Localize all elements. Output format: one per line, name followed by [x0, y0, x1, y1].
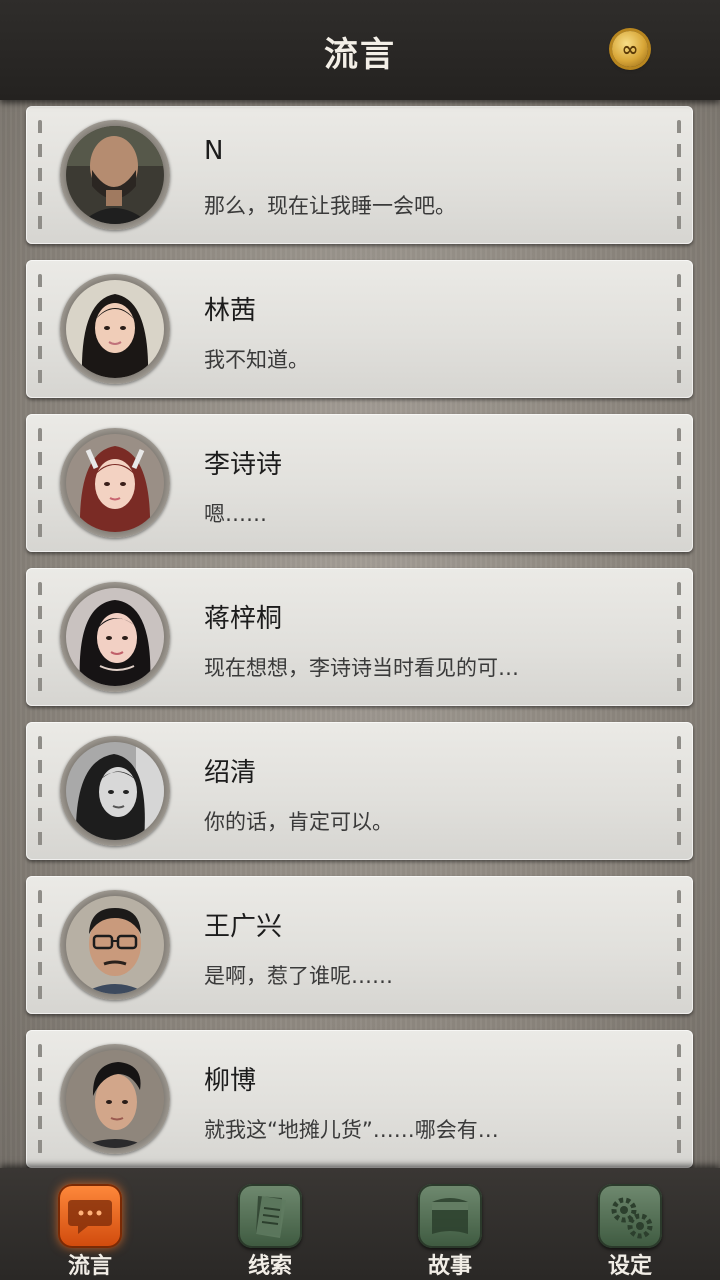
contact-name: 林茜 — [204, 296, 257, 326]
list-item[interactable]: N 那么，现在让我睡一会吧。 — [26, 106, 693, 244]
stitch-decoration — [677, 120, 681, 230]
last-message: 现在想想，李诗诗当时看见的可… — [204, 656, 519, 680]
contact-name: 柳博 — [204, 1066, 257, 1096]
contact-name: 李诗诗 — [204, 450, 283, 480]
last-message: 我不知道。 — [204, 348, 309, 372]
stitch-decoration — [677, 890, 681, 1000]
top-bar: 流言 ∞ — [0, 0, 720, 100]
papers-icon — [238, 1184, 302, 1248]
avatar — [60, 120, 170, 230]
tab-label: 故事 — [427, 1253, 472, 1279]
contact-name: 蒋梓桐 — [204, 604, 283, 634]
stitch-decoration — [38, 274, 42, 384]
chat-bubble-icon — [58, 1184, 122, 1248]
stitch-decoration — [38, 582, 42, 692]
stitch-decoration — [38, 428, 42, 538]
last-message: 就我这“地摊儿货”……哪会有… — [204, 1118, 499, 1142]
last-message: 是啊，惹了谁呢…… — [204, 964, 393, 988]
stitch-decoration — [38, 890, 42, 1000]
list-item[interactable]: 蒋梓桐 现在想想，李诗诗当时看见的可… — [26, 568, 693, 706]
avatar-liubo-image — [66, 1050, 164, 1148]
bottom-nav: 流言 线索 故事 设定 — [0, 1168, 720, 1280]
stitch-decoration — [677, 274, 681, 384]
avatar — [60, 582, 170, 692]
last-message: 嗯…… — [204, 502, 267, 526]
tab-clues[interactable]: 线索 — [210, 1168, 330, 1280]
avatar — [60, 428, 170, 538]
stitch-decoration — [677, 582, 681, 692]
stitch-decoration — [677, 1044, 681, 1154]
tab-label: 线索 — [247, 1253, 292, 1279]
tab-label: 设定 — [607, 1253, 652, 1279]
book-icon — [418, 1184, 482, 1248]
tab-label: 流言 — [67, 1253, 112, 1279]
infinity-coin-icon[interactable]: ∞ — [612, 31, 648, 67]
avatar-linqian-image — [66, 280, 164, 378]
avatar — [60, 736, 170, 846]
avatar — [60, 890, 170, 1000]
avatar — [60, 274, 170, 384]
avatar — [60, 1044, 170, 1154]
last-message: 那么，现在让我睡一会吧。 — [204, 194, 456, 218]
list-item[interactable]: 李诗诗 嗯…… — [26, 414, 693, 552]
contact-name: 王广兴 — [204, 912, 283, 942]
stitch-decoration — [677, 428, 681, 538]
stitch-decoration — [677, 736, 681, 846]
contact-name: N — [204, 136, 224, 166]
tab-rumors[interactable]: 流言 — [30, 1168, 150, 1280]
avatar-jiangzitong-image — [66, 588, 164, 686]
avatar-lishishi-image — [66, 434, 164, 532]
stitch-decoration — [38, 736, 42, 846]
list-item[interactable]: 柳博 就我这“地摊儿货”……哪会有… — [26, 1030, 693, 1168]
avatar-n-image — [66, 126, 164, 224]
list-item[interactable]: 绍清 你的话，肯定可以。 — [26, 722, 693, 860]
last-message: 你的话，肯定可以。 — [204, 810, 393, 834]
avatar-shaoqing-image — [66, 742, 164, 840]
list-item[interactable]: 王广兴 是啊，惹了谁呢…… — [26, 876, 693, 1014]
avatar-wangguangxing-image — [66, 896, 164, 994]
stitch-decoration — [38, 1044, 42, 1154]
contact-name: 绍清 — [204, 758, 257, 788]
stitch-decoration — [38, 120, 42, 230]
gears-icon — [598, 1184, 662, 1248]
list-item[interactable]: 林茜 我不知道。 — [26, 260, 693, 398]
tab-settings[interactable]: 设定 — [570, 1168, 690, 1280]
tab-story[interactable]: 故事 — [390, 1168, 510, 1280]
